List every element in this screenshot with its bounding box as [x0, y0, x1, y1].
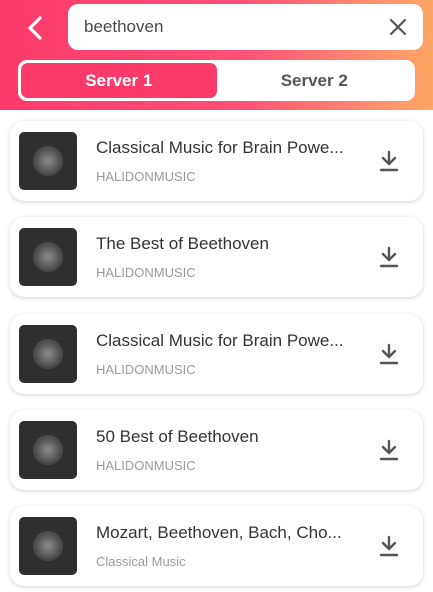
disc-icon: [33, 531, 63, 561]
app-screen: Server 1 Server 2 Classical Music for Br…: [0, 0, 433, 592]
track-title: Classical Music for Brain Powe...: [96, 331, 344, 350]
result-item[interactable]: Mozart, Beethoven, Bach, Cho... Classica…: [10, 506, 423, 586]
track-artist: HALIDONMUSIC: [96, 265, 196, 280]
result-item[interactable]: Classical Music for Brain Powe... HALIDO…: [10, 121, 423, 201]
download-icon: [379, 535, 399, 557]
download-icon: [379, 150, 399, 172]
download-button[interactable]: [375, 340, 403, 368]
download-icon: [379, 343, 399, 365]
back-button[interactable]: [18, 10, 54, 46]
result-item[interactable]: 50 Best of Beethoven HALIDONMUSIC: [10, 410, 423, 490]
disc-icon: [33, 435, 63, 465]
clear-search-button[interactable]: [383, 12, 413, 42]
download-icon: [379, 246, 399, 268]
track-title: 50 Best of Beethoven: [96, 427, 259, 446]
download-button[interactable]: [375, 243, 403, 271]
download-button[interactable]: [375, 436, 403, 464]
search-box: [68, 4, 423, 50]
album-thumbnail: [19, 517, 77, 575]
download-icon: [379, 439, 399, 461]
album-thumbnail: [19, 325, 77, 383]
disc-icon: [33, 242, 63, 272]
result-item[interactable]: Classical Music for Brain Powe... HALIDO…: [10, 314, 423, 394]
download-button[interactable]: [375, 147, 403, 175]
header-bar: Server 1 Server 2: [0, 0, 433, 110]
tab-server-2[interactable]: Server 2: [217, 63, 413, 98]
chevron-left-icon: [28, 16, 42, 40]
track-title: The Best of Beethoven: [96, 234, 269, 253]
server-tabs: Server 1 Server 2: [18, 60, 415, 101]
download-button[interactable]: [375, 532, 403, 560]
track-artist: HALIDONMUSIC: [96, 362, 196, 377]
track-title: Classical Music for Brain Powe...: [96, 138, 344, 157]
search-input[interactable]: [84, 4, 374, 50]
results-list: Classical Music for Brain Powe... HALIDO…: [0, 110, 433, 592]
album-thumbnail: [19, 132, 77, 190]
result-item[interactable]: The Best of Beethoven HALIDONMUSIC: [10, 217, 423, 297]
album-thumbnail: [19, 228, 77, 286]
track-artist: HALIDONMUSIC: [96, 169, 196, 184]
disc-icon: [33, 146, 63, 176]
tab-server-1[interactable]: Server 1: [21, 63, 217, 98]
track-title: Mozart, Beethoven, Bach, Cho...: [96, 523, 342, 542]
disc-icon: [33, 339, 63, 369]
album-thumbnail: [19, 421, 77, 479]
track-artist: Classical Music: [96, 554, 186, 569]
track-artist: HALIDONMUSIC: [96, 458, 196, 473]
close-icon: [389, 18, 407, 36]
